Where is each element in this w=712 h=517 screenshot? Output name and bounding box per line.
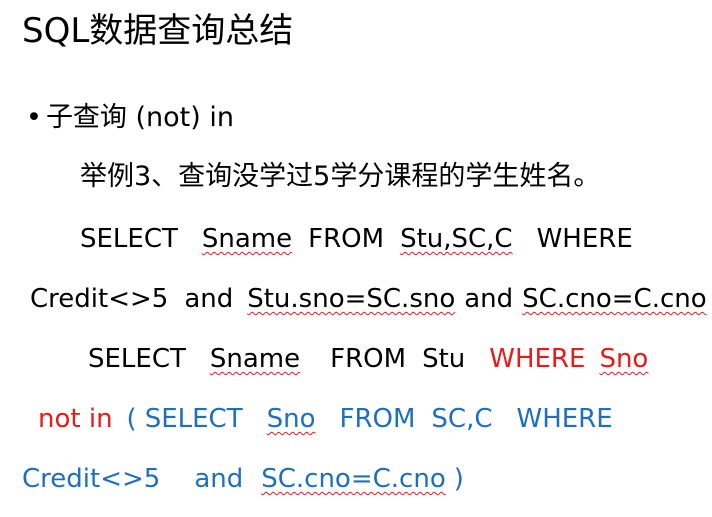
col-sname: Sname: [201, 224, 293, 254]
bullet-point: • 子查询 (not) in: [26, 104, 234, 131]
kw-not-in: not in: [38, 404, 113, 434]
kw-and: and: [464, 284, 514, 314]
kw-where: WHERE: [516, 404, 613, 434]
slide: SQL数据查询总结 • 子查询 (not) in 举例3、查询没学过5学分课程的学…: [0, 0, 712, 517]
kw-and: and: [194, 464, 244, 494]
kw-select: SELECT: [80, 224, 178, 254]
kw-select: SELECT: [144, 404, 243, 434]
kw-select: SELECT: [88, 344, 186, 374]
kw-and: and: [184, 284, 234, 314]
bullet-dot: •: [26, 102, 42, 133]
tables: Stu,SC,C: [400, 224, 513, 254]
kw-from: FROM: [339, 404, 416, 434]
paren-open: (: [126, 404, 137, 434]
kw-from: FROM: [308, 224, 385, 254]
example-text: 举例3、查询没学过5学分课程的学生姓名。: [80, 161, 601, 192]
query1-line2: Credit<>5 and Stu.sno=SC.sno and SC.cno=C.cn…: [30, 286, 707, 312]
bullet-text: 子查询 (not) in: [45, 102, 235, 133]
query2-line3: SELECT Sname FROM Stu WHERE Sno: [88, 346, 648, 372]
join-stu-sc: Stu.sno=SC.sno: [247, 284, 456, 314]
join-sc-c: SC.cno=C.cno: [261, 464, 446, 494]
kw-where: WHERE: [489, 344, 586, 374]
query2-line5: Credit<>5 and SC.cno=C.cno): [22, 466, 464, 492]
tables: SC,C: [431, 404, 493, 434]
kw-where: WHERE: [536, 224, 633, 254]
kw-from: FROM: [330, 344, 407, 374]
col-sno: Sno: [266, 404, 316, 434]
query1-line1: SELECT Sname FROM Stu,SC,C WHERE: [80, 226, 633, 252]
table-stu: Stu: [422, 344, 466, 374]
col-sno: Sno: [599, 344, 649, 374]
cond-credit: Credit<>5: [30, 284, 169, 314]
join-sc-c: SC.cno=C.cno: [522, 284, 707, 314]
col-sname: Sname: [209, 344, 301, 374]
slide-title: SQL数据查询总结: [22, 11, 294, 51]
paren-close: ): [453, 464, 464, 494]
query2-line4: not in (SELECT Sno FROM SC,C WHERE: [38, 406, 613, 432]
cond-credit: Credit<>5: [22, 464, 161, 494]
